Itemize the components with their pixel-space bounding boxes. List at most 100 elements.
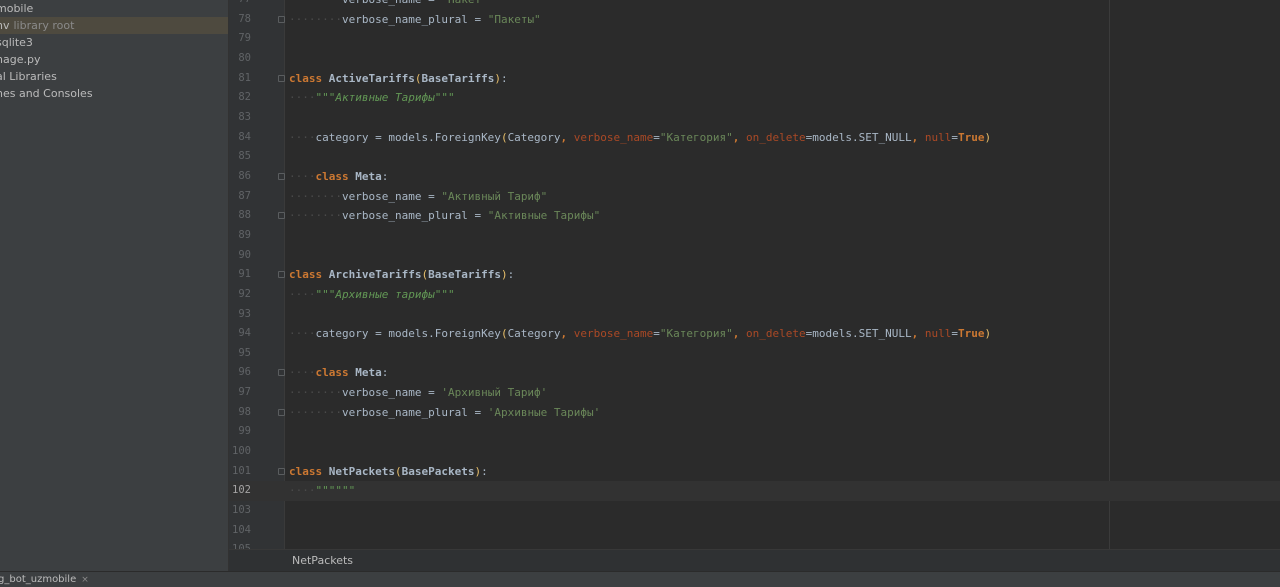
code-text: ········verbose_name_plural = "Пакеты"	[289, 12, 541, 26]
fold-icon[interactable]	[278, 172, 285, 180]
line-number: 88	[238, 209, 251, 222]
tree-item[interactable]: mobile	[0, 0, 228, 17]
code-line[interactable]: 90	[229, 246, 1280, 266]
code-line[interactable]: 84 ····category = models.ForeignKey(Categ…	[229, 128, 1280, 148]
code-lines[interactable]: 77 ········verbose_name = "Пакет" 78 ······…	[229, 0, 1280, 549]
run-tab-label: g_bot_uzmobile	[0, 574, 77, 585]
code-line[interactable]: 78 ········verbose_name_plural = "Пакеты"	[229, 10, 1280, 30]
tree-item[interactable]: nvlibrary root	[0, 17, 228, 34]
code-text: ········verbose_name = 'Архивный Тариф'	[289, 386, 548, 400]
breadcrumb[interactable]: NetPackets	[229, 549, 1280, 572]
code-line[interactable]: 100	[229, 442, 1280, 462]
code-text: ····"""Архивные тарифы"""	[289, 287, 455, 301]
line-number: 85	[238, 150, 251, 163]
code-line[interactable]: 97 ········verbose_name = 'Архивный Тариф…	[229, 383, 1280, 403]
code-line[interactable]: 96 ····class Meta:	[229, 363, 1280, 383]
tree-item-label: mobile	[0, 2, 34, 15]
code-text: class NetPackets(BasePackets):	[289, 464, 488, 478]
line-number: 86	[238, 169, 251, 182]
fold-icon[interactable]	[278, 74, 285, 82]
code-text: class ActiveTariffs(BaseTariffs):	[289, 71, 508, 85]
line-number: 100	[232, 445, 251, 458]
code-text: ········verbose_name = "Пакет"	[289, 0, 488, 10]
code-line[interactable]: 104	[229, 521, 1280, 541]
line-number: 82	[238, 91, 251, 104]
code-line[interactable]: 95	[229, 344, 1280, 364]
tree-item[interactable]: al Libraries	[0, 68, 228, 85]
tree-item-label: hes and Consoles	[0, 87, 93, 100]
close-icon[interactable]: ×	[81, 575, 89, 585]
line-number: 91	[238, 268, 251, 281]
line-number: 78	[238, 12, 251, 25]
fold-icon[interactable]	[278, 467, 285, 475]
tree-item[interactable]: nage.py	[0, 51, 228, 68]
code-line[interactable]: 85	[229, 147, 1280, 167]
code-line[interactable]: 99	[229, 422, 1280, 442]
bottom-tool-tabs: g_bot_uzmobile ×	[0, 571, 1280, 587]
code-line[interactable]: 91 class ArchiveTariffs(BaseTariffs):	[229, 265, 1280, 285]
breadcrumb-item[interactable]: NetPackets	[292, 550, 353, 572]
code-line[interactable]: 77 ········verbose_name = "Пакет"	[229, 0, 1280, 10]
code-editor[interactable]: 77 ········verbose_name = "Пакет" 78 ······…	[229, 0, 1280, 549]
tree-item-label: al Libraries	[0, 70, 57, 83]
code-text: ····category = models.ForeignKey(Categor…	[289, 130, 992, 144]
code-text: class ArchiveTariffs(BaseTariffs):	[289, 268, 515, 282]
tree-item-label: nage.py	[0, 53, 41, 66]
tree-item-label: sqlite3	[0, 36, 33, 49]
project-tree[interactable]: mobile nvlibrary root sqlite3 nage.py al Lib…	[0, 0, 229, 571]
line-number: 102	[232, 484, 251, 497]
line-number: 98	[238, 405, 251, 418]
code-line[interactable]: 82 ····"""Активные Тарифы"""	[229, 88, 1280, 108]
code-text: ····class Meta:	[289, 169, 389, 183]
line-number: 101	[232, 464, 251, 477]
run-tab[interactable]: g_bot_uzmobile ×	[0, 572, 89, 587]
tree-item[interactable]: hes and Consoles	[0, 85, 228, 102]
code-text: ····"""Активные Тарифы"""	[289, 91, 455, 105]
tree-item-label: nv	[0, 19, 10, 32]
code-text: ········verbose_name_plural = "Активные …	[289, 209, 601, 223]
code-line[interactable]: 102 ····""""""	[229, 481, 1280, 502]
tree-item-note: library root	[13, 19, 75, 32]
code-text: ····""""""	[289, 484, 356, 498]
code-text: ········verbose_name_plural = 'Архивные …	[289, 405, 601, 419]
line-number: 81	[238, 71, 251, 84]
code-line[interactable]: 105	[229, 540, 1280, 549]
code-line[interactable]: 103	[229, 501, 1280, 521]
line-number: 87	[238, 189, 251, 202]
code-line[interactable]: 94 ····category = models.ForeignKey(Categ…	[229, 324, 1280, 344]
code-line[interactable]: 87 ········verbose_name = "Активный Тариф…	[229, 187, 1280, 207]
line-number: 105	[229, 540, 251, 549]
line-number: 92	[238, 287, 251, 300]
line-number: 80	[238, 51, 251, 64]
code-line[interactable]: 83	[229, 108, 1280, 128]
tree-item[interactable]: sqlite3	[0, 34, 228, 51]
line-number: 77	[229, 0, 251, 10]
line-number: 104	[232, 523, 251, 536]
line-number: 94	[238, 327, 251, 340]
line-number: 95	[238, 346, 251, 359]
line-number: 90	[238, 248, 251, 261]
code-line[interactable]: 101 class NetPackets(BasePackets):	[229, 462, 1280, 482]
code-line[interactable]: 80	[229, 49, 1280, 69]
fold-icon[interactable]	[278, 369, 285, 377]
code-line[interactable]: 89	[229, 226, 1280, 246]
fold-icon[interactable]	[278, 212, 285, 220]
line-number: 97	[238, 386, 251, 399]
code-line[interactable]: 98 ········verbose_name_plural = 'Архивны…	[229, 403, 1280, 423]
code-line[interactable]: 88 ········verbose_name_plural = "Активны…	[229, 206, 1280, 226]
line-number: 79	[238, 32, 251, 45]
code-line[interactable]: 92 ····"""Архивные тарифы"""	[229, 285, 1280, 305]
fold-icon[interactable]	[278, 271, 285, 279]
line-number: 93	[238, 307, 251, 320]
fold-icon[interactable]	[278, 408, 285, 416]
code-line[interactable]: 86 ····class Meta:	[229, 167, 1280, 187]
code-text: ········verbose_name = "Активный Тариф"	[289, 189, 548, 203]
code-line[interactable]: 93	[229, 305, 1280, 325]
code-line[interactable]: 81 class ActiveTariffs(BaseTariffs):	[229, 69, 1280, 89]
code-text: ····class Meta:	[289, 366, 389, 380]
code-text: ····category = models.ForeignKey(Categor…	[289, 327, 992, 341]
fold-icon[interactable]	[278, 15, 285, 23]
line-number: 84	[238, 130, 251, 143]
line-number: 83	[238, 110, 251, 123]
code-line[interactable]: 79	[229, 29, 1280, 49]
